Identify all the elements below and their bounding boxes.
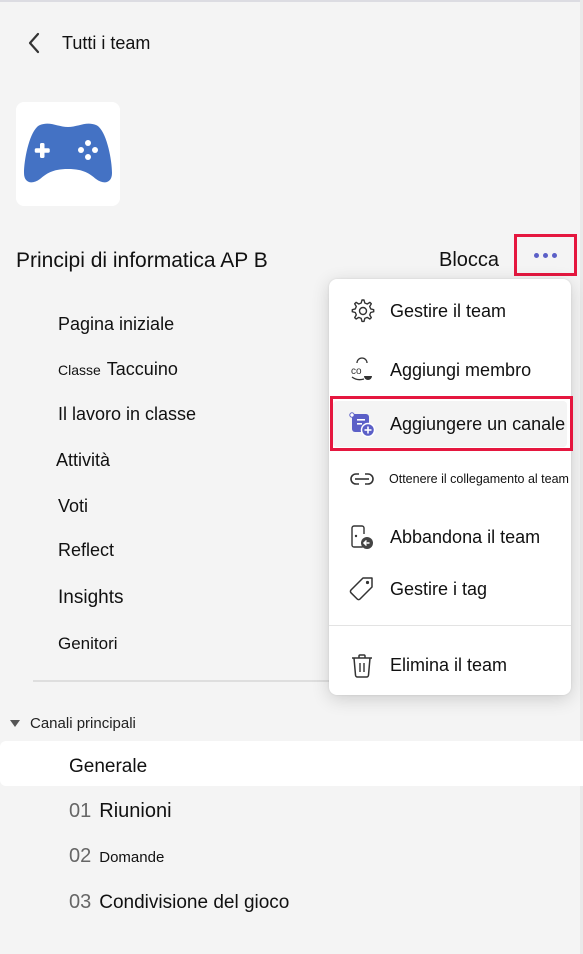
nav-item-home[interactable]: Pagina iniziale — [58, 314, 174, 335]
pin-button[interactable]: Blocca — [439, 249, 499, 272]
channel-name: Generale — [69, 756, 148, 777]
back-label: Tutti i team — [62, 32, 151, 53]
menu-item-add-member[interactable]: co Aggiungi membro — [329, 350, 571, 390]
channel-number: 01 — [69, 800, 92, 822]
menu-item-label: Abbandona il team — [390, 526, 541, 547]
svg-text:co: co — [351, 366, 362, 377]
nav-item-class-notebook[interactable]: Classe Taccuino — [58, 359, 178, 380]
back-to-all-teams-button[interactable]: Tutti i team — [24, 30, 150, 56]
menu-divider — [329, 625, 571, 626]
add-channel-icon — [347, 409, 377, 439]
channel-number: 03 — [69, 891, 92, 913]
nav-item-parents[interactable]: Genitori — [58, 634, 118, 654]
more-options-button[interactable] — [514, 234, 577, 276]
menu-item-get-link[interactable]: Ottenere il collegamento al team — [329, 459, 571, 499]
add-member-icon: co — [347, 355, 377, 385]
channel-number: 02 — [69, 845, 92, 867]
nav-item-insights[interactable]: Insights — [58, 587, 123, 609]
channel-name: Riunioni — [99, 800, 172, 822]
nav-item-label: Reflect — [58, 540, 115, 560]
nav-item-assignments[interactable]: Attività — [56, 450, 110, 471]
team-context-menu: Gestire il team co Aggiungi membro Aggiu… — [329, 279, 571, 695]
leave-icon — [347, 522, 377, 552]
top-border — [0, 0, 583, 2]
menu-item-label: Aggiungere un canale — [390, 413, 566, 434]
menu-item-label: Gestire il team — [390, 300, 507, 321]
menu-item-label: Ottenere il collegamento al team — [389, 472, 569, 486]
nav-item-label: Voti — [58, 496, 89, 516]
nav-item-grades[interactable]: Voti — [58, 496, 88, 517]
chevron-left-icon — [28, 32, 40, 54]
divider — [33, 680, 333, 682]
nav-item-label: Il lavoro in classe — [58, 404, 197, 424]
more-horizontal-icon — [534, 252, 557, 258]
team-name: Principi di informatica AP B — [16, 249, 268, 272]
channel-name: Condivisione del gioco — [99, 892, 290, 913]
menu-item-label: Elimina il team — [390, 654, 508, 675]
channel-item-questions[interactable]: 02 Domande — [69, 845, 164, 868]
gear-icon — [347, 296, 377, 326]
channels-section-toggle[interactable]: Canali principali — [10, 715, 136, 732]
trash-icon — [347, 650, 377, 680]
channel-item-meetings[interactable]: 01 Riunioni — [69, 800, 172, 823]
nav-item-label: Attività — [56, 450, 111, 470]
nav-item-reflect[interactable]: Reflect — [58, 540, 114, 561]
nav-item-label: Taccuino — [106, 359, 178, 379]
menu-item-leave-team[interactable]: Abbandona il team — [329, 517, 571, 557]
menu-item-manage-team[interactable]: Gestire il team — [329, 291, 571, 331]
caret-down-icon — [10, 720, 20, 727]
nav-item-label: Insights — [58, 587, 124, 608]
menu-item-manage-tags[interactable]: Gestire i tag — [329, 569, 571, 609]
menu-item-add-channel[interactable]: Aggiungere un canale — [333, 401, 567, 447]
gamepad-icon — [24, 123, 112, 183]
channel-name: Domande — [99, 849, 165, 866]
nav-item-label: Genitori — [58, 634, 118, 653]
menu-item-label: Gestire i tag — [390, 578, 488, 599]
nav-item-classwork[interactable]: Il lavoro in classe — [58, 404, 196, 425]
menu-item-delete-team[interactable]: Elimina il team — [329, 645, 571, 685]
team-logo — [16, 102, 120, 206]
nav-item-label: Pagina iniziale — [58, 314, 175, 334]
tag-icon — [347, 574, 377, 604]
channel-item-game-sharing[interactable]: 03 Condivisione del gioco — [69, 891, 289, 914]
channel-item-general[interactable]: Generale — [69, 756, 147, 778]
nav-item-prefix: Classe — [58, 362, 101, 378]
menu-item-label: Aggiungi membro — [390, 359, 532, 380]
section-label: Canali principali — [30, 715, 136, 732]
link-icon — [347, 464, 377, 494]
